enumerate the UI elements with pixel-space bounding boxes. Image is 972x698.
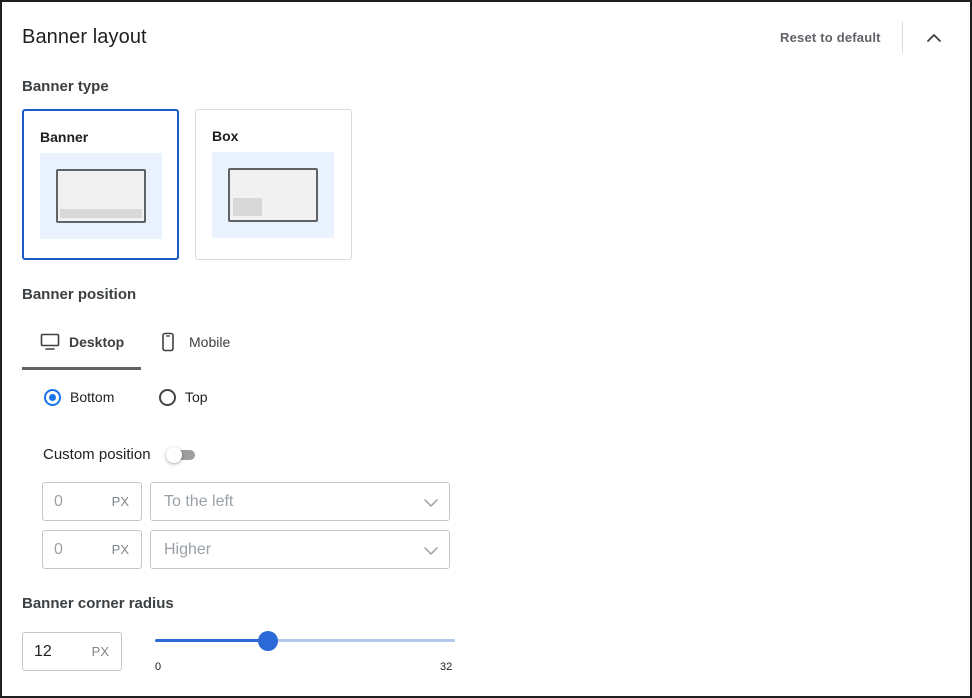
horizontal-offset-unit: PX bbox=[111, 494, 129, 509]
corner-radius-label: Banner corner radius bbox=[22, 595, 174, 612]
radio-top-label[interactable]: Top bbox=[185, 389, 208, 405]
banner-type-option-banner[interactable]: Banner bbox=[22, 109, 179, 260]
custom-position-label: Custom position bbox=[43, 446, 151, 463]
panel-title: Banner layout bbox=[22, 26, 147, 48]
slider-track-filled[interactable] bbox=[155, 639, 268, 642]
reset-to-default-button[interactable]: Reset to default bbox=[780, 30, 881, 45]
horizontal-direction-select[interactable]: To the left bbox=[150, 482, 450, 521]
tab-mobile[interactable]: Mobile bbox=[152, 324, 247, 367]
chevron-down-icon bbox=[424, 547, 438, 555]
banner-position-label: Banner position bbox=[22, 286, 137, 303]
radio-bottom[interactable] bbox=[44, 389, 61, 406]
vertical-direction-select[interactable]: Higher bbox=[150, 530, 450, 569]
horizontal-direction-value: To the left bbox=[164, 493, 234, 510]
radio-top[interactable] bbox=[159, 389, 176, 406]
vertical-direction-value: Higher bbox=[164, 541, 212, 558]
slider-min-label: 0 bbox=[155, 661, 162, 673]
chevron-down-icon bbox=[424, 499, 438, 507]
custom-position-toggle-knob[interactable] bbox=[166, 447, 182, 463]
collapse-button[interactable] bbox=[924, 28, 944, 48]
vertical-offset-input[interactable]: 0 PX bbox=[42, 530, 142, 569]
corner-radius-value: 12 bbox=[34, 643, 52, 660]
chevron-up-icon bbox=[927, 34, 941, 42]
banner-preview bbox=[40, 153, 162, 239]
banner-option-label: Banner bbox=[40, 129, 89, 145]
monitor-icon bbox=[40, 333, 60, 350]
tab-desktop-label: Desktop bbox=[69, 334, 125, 350]
radio-bottom-label[interactable]: Bottom bbox=[70, 389, 114, 405]
header-divider bbox=[902, 21, 903, 53]
horizontal-offset-input[interactable]: 0 PX bbox=[42, 482, 142, 521]
box-preview-box bbox=[233, 198, 262, 216]
smartphone-icon bbox=[162, 332, 174, 352]
slider-track-rest[interactable] bbox=[268, 639, 455, 642]
banner-type-option-box[interactable]: Box bbox=[195, 109, 352, 260]
corner-radius-unit: PX bbox=[91, 644, 109, 659]
banner-type-label: Banner type bbox=[22, 78, 109, 95]
slider-thumb[interactable] bbox=[258, 631, 278, 651]
box-preview-screen bbox=[228, 168, 318, 222]
tab-desktop[interactable]: Desktop bbox=[22, 324, 141, 367]
slider-max-label: 32 bbox=[440, 661, 453, 673]
horizontal-offset-value: 0 bbox=[54, 493, 63, 510]
banner-preview-bar bbox=[60, 209, 142, 218]
banner-preview-screen bbox=[56, 169, 146, 223]
box-option-label: Box bbox=[212, 128, 239, 144]
active-tab-indicator bbox=[22, 367, 141, 370]
banner-layout-panel: Banner layout Reset to default Banner ty… bbox=[0, 0, 972, 698]
tab-mobile-label: Mobile bbox=[189, 334, 231, 350]
vertical-offset-unit: PX bbox=[111, 542, 129, 557]
corner-radius-input[interactable]: 12 PX bbox=[22, 632, 122, 671]
box-preview bbox=[212, 152, 334, 238]
vertical-offset-value: 0 bbox=[54, 541, 63, 558]
